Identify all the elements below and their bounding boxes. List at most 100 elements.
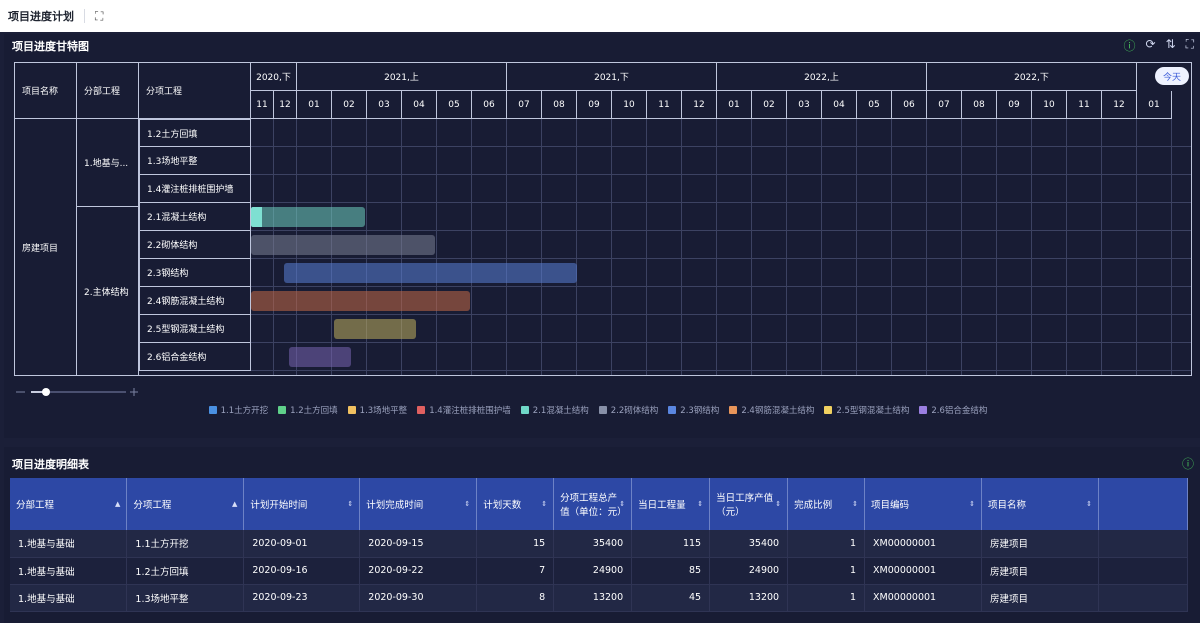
table-cell: 1 xyxy=(787,584,866,612)
sort-icon[interactable]: ⇕ xyxy=(969,500,975,508)
legend-label: 1.1土方开挖 xyxy=(220,406,269,416)
period-header: 2022,下 xyxy=(927,63,1137,91)
legend-item[interactable]: 2.4钢筋混凝土结构 xyxy=(729,404,814,416)
legend-item[interactable]: 2.3钢结构 xyxy=(668,404,719,416)
page-title: 项目进度计划 xyxy=(8,10,74,23)
expand-icon[interactable]: ⛶ xyxy=(95,9,103,24)
legend-item[interactable]: 1.2土方回填 xyxy=(278,404,338,416)
info-icon[interactable]: ⓘ xyxy=(1123,37,1135,54)
column-header-label: 分项工程 xyxy=(133,500,172,511)
table-row[interactable]: 1.地基与基础 1.2土方回填 2020-09-16 2020-09-22 7 24900… xyxy=(10,557,1189,585)
legend-item[interactable]: 1.3场地平整 xyxy=(347,404,407,416)
month-header: 09 xyxy=(997,91,1032,119)
month-header: 04 xyxy=(822,91,857,119)
period-header: 2022,上 xyxy=(717,63,927,91)
grid-line xyxy=(1066,119,1067,375)
table-cell: 45 xyxy=(631,584,711,612)
table-cell: XM00000001 xyxy=(864,584,983,612)
column-header[interactable]: 项目名称 ⇕ xyxy=(981,478,1099,530)
info-icon[interactable]: ⓘ xyxy=(1182,455,1194,472)
table-row[interactable]: 1.地基与基础 1.1土方开挖 2020-09-01 2020-09-15 15 3540… xyxy=(10,530,1189,558)
sort-icon[interactable]: ⇕ xyxy=(464,500,470,508)
column-header[interactable]: 计划开始时间 ⇕ xyxy=(243,478,361,530)
gantt-bar[interactable] xyxy=(288,347,352,367)
gantt-bar[interactable] xyxy=(251,207,366,227)
grid-line xyxy=(681,119,682,375)
header-sub: 分部工程 xyxy=(77,63,139,119)
table-cell: 1.地基与基础 xyxy=(10,557,128,585)
grid-line xyxy=(786,119,787,375)
table-cell: 24900 xyxy=(709,557,789,585)
legend-item[interactable]: 1.4灌注桩排桩围护墙 xyxy=(417,404,511,416)
column-header[interactable]: 当日工程量 ⇕ xyxy=(631,478,711,530)
column-header[interactable]: 完成比例 ⇕ xyxy=(787,478,866,530)
header-project: 项目名称 xyxy=(15,63,77,119)
legend-item[interactable]: 2.5型钢混凝土结构 xyxy=(824,404,909,416)
legend-swatch xyxy=(208,406,217,414)
gantt-bar[interactable] xyxy=(333,319,416,339)
month-header: 01 xyxy=(1137,91,1172,119)
month-header: 03 xyxy=(367,91,402,119)
group-1: 1.地基与... xyxy=(77,119,139,207)
table-cell: 1.地基与基础 xyxy=(10,584,128,612)
gantt-bar[interactable] xyxy=(251,235,436,255)
sort-icon[interactable]: ▲ xyxy=(232,500,237,508)
table-row[interactable]: 1.地基与基础 1.3场地平整 2020-09-23 2020-09-30 8 13200… xyxy=(10,584,1189,612)
legend-label: 1.2土方回填 xyxy=(290,406,338,416)
column-header[interactable]: 分项工程 ▲ xyxy=(126,478,245,530)
column-header[interactable]: 分项工程总产值（单位：元） ⇕ xyxy=(553,478,633,530)
legend-item[interactable]: 2.1混凝土结构 xyxy=(520,404,589,416)
sort-icon[interactable]: ⇕ xyxy=(697,500,703,508)
grid-line xyxy=(251,202,1191,203)
today-button[interactable]: 今天 xyxy=(1155,67,1189,85)
column-header[interactable]: 分部工程 ▲ xyxy=(10,478,128,530)
column-header-empty xyxy=(1098,478,1189,530)
column-header-label: 项目编码 xyxy=(871,500,910,511)
legend-label: 2.6铝合金结构 xyxy=(931,406,988,416)
refresh-icon[interactable]: ⟳ xyxy=(1145,37,1155,54)
table-cell: 35400 xyxy=(709,530,789,558)
gantt-bar[interactable] xyxy=(251,291,471,311)
grid-line xyxy=(251,370,1191,371)
month-header: 07 xyxy=(927,91,962,119)
gantt-bar[interactable] xyxy=(284,263,577,283)
gantt-toolbar: ⓘ ⟳ ⇅ ⛶ xyxy=(1123,37,1194,54)
grid-line xyxy=(506,119,507,375)
column-header[interactable]: 计划完成时间 ⇕ xyxy=(359,478,478,530)
sort-icon[interactable]: ⇕ xyxy=(347,500,353,508)
column-header-label: 完成比例 xyxy=(794,500,833,511)
month-header: 01 xyxy=(297,91,332,119)
column-header[interactable]: 计划天数 ⇕ xyxy=(476,478,555,530)
table-cell: 35400 xyxy=(553,530,633,558)
table-cell: XM00000001 xyxy=(864,557,983,585)
grid-line xyxy=(716,119,717,375)
column-header[interactable]: 项目编码 ⇕ xyxy=(864,478,983,530)
gantt-row-label: 2.2砌体结构 xyxy=(139,231,251,259)
gantt-row-label: 1.4灌注桩排桩围护墙 xyxy=(139,175,251,203)
column-header-label: 分项工程总产值（单位：元） xyxy=(560,493,627,518)
fullscreen-icon[interactable]: ⛶ xyxy=(1186,37,1194,54)
column-header[interactable]: 当日工序产值（元） ⇕ xyxy=(709,478,789,530)
period-header: 2020,下 xyxy=(251,63,297,91)
column-header-label: 计划完成时间 xyxy=(366,500,424,511)
zoom-slider[interactable] xyxy=(16,382,140,396)
table-cell: 15 xyxy=(476,530,555,558)
sort-icon[interactable]: ⇅ xyxy=(1166,37,1176,54)
month-header: 11 xyxy=(1067,91,1102,119)
divider xyxy=(84,9,85,23)
grid-line xyxy=(856,119,857,375)
sort-icon[interactable]: ▲ xyxy=(115,500,120,508)
sort-icon[interactable]: ⇕ xyxy=(775,500,781,508)
gantt-chart: 项目名称 分部工程 分项工程 房建项目 1.地基与... 2.主体结构 1.2土… xyxy=(14,62,1192,376)
grid-line xyxy=(611,119,612,375)
sort-icon[interactable]: ⇕ xyxy=(541,500,547,508)
sort-icon[interactable]: ⇕ xyxy=(1086,500,1092,508)
legend-item[interactable]: 2.6铝合金结构 xyxy=(919,404,987,416)
header-item: 分项工程 xyxy=(139,63,251,119)
month-header: 02 xyxy=(752,91,787,119)
legend-swatch xyxy=(278,406,287,414)
legend-item[interactable]: 2.2砌体结构 xyxy=(598,404,658,416)
sort-icon[interactable]: ⇕ xyxy=(852,500,858,508)
legend-item[interactable]: 1.1土方开挖 xyxy=(208,404,269,416)
sort-icon[interactable]: ⇕ xyxy=(619,500,625,508)
